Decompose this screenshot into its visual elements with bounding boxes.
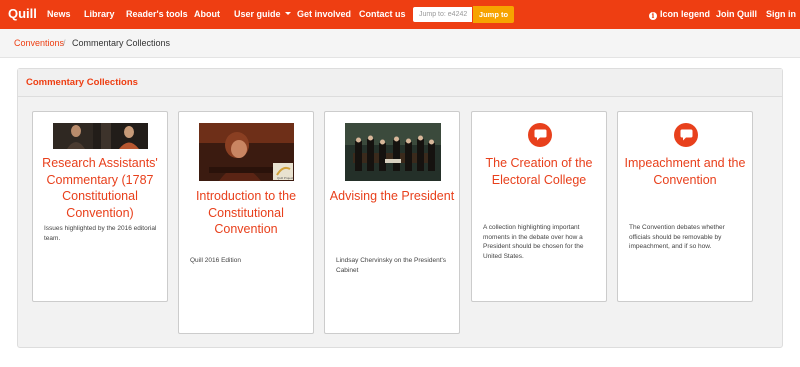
card-title[interactable]: Advising the President <box>329 188 455 205</box>
nav-join-quill[interactable]: Join Quill <box>716 9 757 19</box>
nav-sign-in[interactable]: Sign in <box>766 9 796 19</box>
breadcrumb: Conventions / Commentary Collections <box>0 29 800 58</box>
card-description: Issues highlighted by the 2016 editorial… <box>44 225 157 242</box>
comment-icon[interactable] <box>674 123 698 147</box>
video-thumbnail[interactable]: Quill Project <box>199 123 294 181</box>
collection-card[interactable]: The Creation of the Electoral College A … <box>471 111 607 302</box>
two-people-image <box>53 123 148 149</box>
card-description: Lindsay Chervinsky on the President's Ca… <box>336 257 446 274</box>
jump-to-button[interactable]: Jump to <box>473 6 514 23</box>
card-title[interactable]: The Creation of the Electoral College <box>476 155 602 188</box>
card-title[interactable]: Research Assistants' Commentary (1787 Co… <box>37 155 163 221</box>
collection-card[interactable]: Advising the President Lindsay Chervinsk… <box>324 111 460 334</box>
card-description: Quill 2016 Edition <box>190 257 241 264</box>
jump-to-input[interactable] <box>413 7 472 22</box>
nav-user-guide[interactable]: User guide <box>234 9 291 19</box>
collection-card[interactable]: Research Assistants' Commentary (1787 Co… <box>32 111 168 302</box>
writer-image: Quill Project <box>199 123 294 181</box>
cabinet-painting-image <box>345 123 441 181</box>
painting-thumbnail[interactable] <box>345 123 441 181</box>
nav-user-guide-label: User guide <box>234 9 281 19</box>
breadcrumb-current: Commentary Collections <box>72 38 171 48</box>
comment-icon[interactable] <box>528 123 552 147</box>
brand-logo[interactable]: Quill <box>8 6 37 21</box>
card-description: A collection highlighting important mome… <box>483 224 584 260</box>
card-title[interactable]: Impeachment and the Convention <box>622 155 748 188</box>
speech-bubble-icon <box>680 129 692 141</box>
info-icon: i <box>649 12 657 20</box>
nav-about[interactable]: About <box>194 9 220 19</box>
panel-title: Commentary Collections <box>26 77 138 88</box>
nav-contact-us[interactable]: Contact us <box>359 9 406 19</box>
panel-heading: Commentary Collections <box>18 69 782 97</box>
chevron-down-icon <box>284 12 291 15</box>
collections-panel: Commentary Collections Research Assistan… <box>17 68 783 348</box>
breadcrumb-separator: / <box>63 38 66 48</box>
breadcrumb-conventions-link[interactable]: Conventions <box>14 38 64 48</box>
svg-text:Quill Project: Quill Project <box>277 176 293 180</box>
nav-get-involved[interactable]: Get involved <box>297 9 351 19</box>
card-description: The Convention debates whether officials… <box>629 224 725 250</box>
nav-news[interactable]: News <box>47 9 71 19</box>
icon-legend-label: Icon legend <box>660 9 711 19</box>
nav-readers-tools[interactable]: Reader's tools <box>126 9 188 19</box>
nav-library[interactable]: Library <box>84 9 115 19</box>
collection-card[interactable]: Impeachment and the Convention The Conve… <box>617 111 753 302</box>
top-navbar: Quill News Library Reader's tools About … <box>0 0 800 29</box>
video-thumbnail[interactable] <box>53 123 148 149</box>
card-title[interactable]: Introduction to the Constitutional Conve… <box>183 188 309 238</box>
speech-bubble-icon <box>534 129 546 141</box>
collection-card[interactable]: Quill Project Introduction to the Consti… <box>178 111 314 334</box>
nav-icon-legend[interactable]: i Icon legend <box>649 9 710 20</box>
